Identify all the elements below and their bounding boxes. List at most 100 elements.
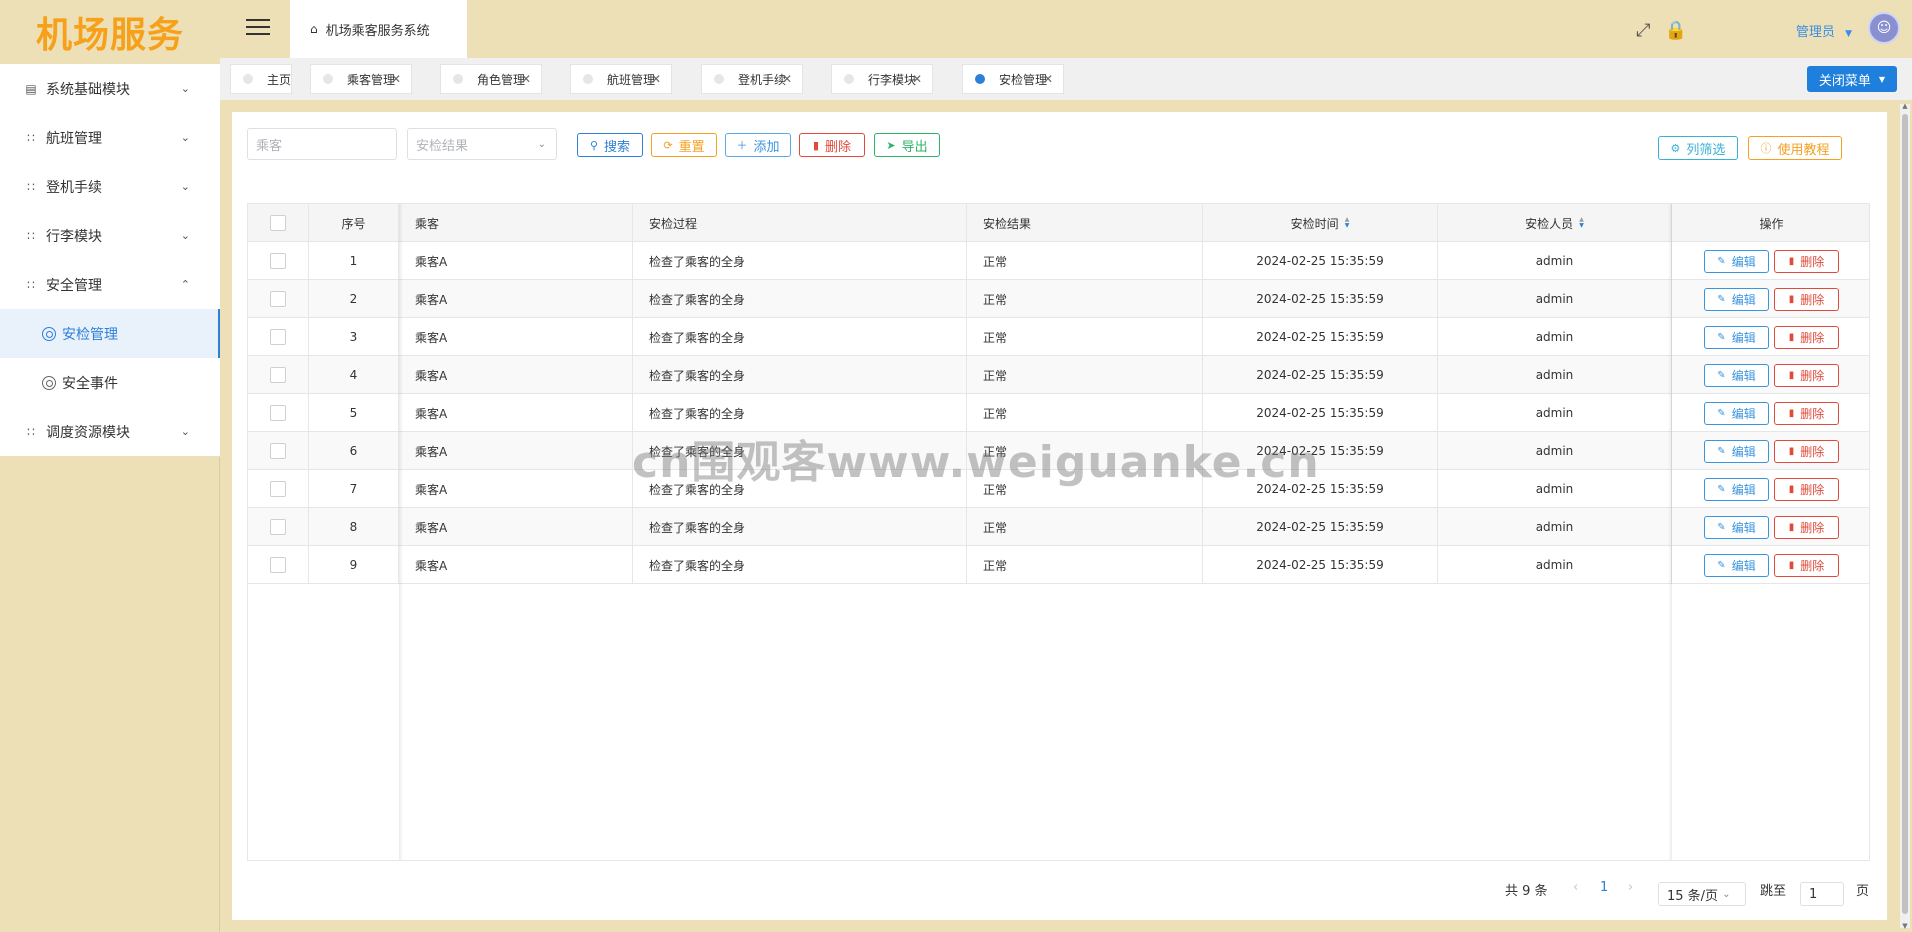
row-checkbox[interactable]	[270, 253, 286, 269]
sidebar-item-system-base[interactable]: ▤ 系统基础模块 ⌄	[0, 64, 220, 113]
row-checkbox[interactable]	[270, 519, 286, 535]
fullscreen-icon[interactable]: ⤢	[1636, 20, 1650, 41]
table-row[interactable]: 3 乘客A 检查了乘客的全身 正常 2024-02-25 15:35:59 admin ✎ 编…	[248, 318, 1869, 356]
close-icon[interactable]: ✕	[651, 72, 661, 86]
close-icon[interactable]: ✕	[1043, 72, 1053, 86]
tab-passenger[interactable]: 乘客管理 ✕	[310, 64, 412, 94]
search-button[interactable]: ⚲ 搜索	[577, 133, 643, 157]
sort-icon[interactable]: ▲ ▼	[1579, 217, 1584, 229]
close-menu-button[interactable]: 关闭菜单 ▼	[1807, 66, 1897, 92]
goto-page-input[interactable]: 1	[1800, 882, 1844, 906]
row-delete-button[interactable]: ▮ 删除	[1774, 287, 1839, 311]
avatar[interactable]: ☺	[1868, 12, 1900, 44]
page-scrollbar[interactable]: ▲ ▼	[1900, 102, 1910, 930]
tab-dot-icon	[323, 74, 333, 84]
scroll-up-icon[interactable]: ▲	[1900, 102, 1910, 110]
close-icon[interactable]: ✕	[912, 72, 922, 86]
select-all-checkbox[interactable]	[270, 215, 286, 231]
cell-staff: admin	[1438, 432, 1672, 470]
row-checkbox[interactable]	[270, 291, 286, 307]
lock-icon[interactable]: 🔒	[1665, 20, 1687, 41]
table-row[interactable]: 5 乘客A 检查了乘客的全身 正常 2024-02-25 15:35:59 admin ✎ 编…	[248, 394, 1869, 432]
header-sortable-staff[interactable]: 安检人员 ▲ ▼	[1438, 204, 1672, 242]
result-select[interactable]: 安检结果 ⌄	[407, 128, 557, 160]
row-delete-button[interactable]: ▮ 删除	[1774, 477, 1839, 501]
scroll-down-icon[interactable]: ▼	[1900, 922, 1910, 930]
edit-button[interactable]: ✎ 编辑	[1704, 553, 1769, 577]
passenger-input[interactable]: 乘客	[247, 128, 397, 160]
page-number[interactable]: 1	[1600, 880, 1608, 895]
sidebar-item-boarding[interactable]: ∷ 登机手续 ⌄	[0, 162, 220, 211]
sidebar-item-baggage[interactable]: ∷ 行李模块 ⌄	[0, 211, 220, 260]
table-row[interactable]: 9 乘客A 检查了乘客的全身 正常 2024-02-25 15:35:59 admin ✎ 编…	[248, 546, 1869, 584]
scrollbar-thumb[interactable]	[1902, 114, 1908, 914]
row-checkbox[interactable]	[270, 443, 286, 459]
page-size-select[interactable]: 15 条/页 ⌄	[1658, 882, 1746, 906]
tab-flight[interactable]: 航班管理 ✕	[570, 64, 672, 94]
edit-button[interactable]: ✎ 编辑	[1704, 287, 1769, 311]
sort-icon[interactable]: ▲ ▼	[1345, 217, 1350, 229]
cell-result: 正常	[967, 318, 1203, 356]
edit-button[interactable]: ✎ 编辑	[1704, 401, 1769, 425]
row-checkbox[interactable]	[270, 405, 286, 421]
next-page-icon[interactable]: ›	[1628, 880, 1633, 895]
row-actions: ✎ 编辑 ▮ 删除	[1672, 546, 1871, 584]
table-row[interactable]: 4 乘客A 检查了乘客的全身 正常 2024-02-25 15:35:59 admin ✎ 编…	[248, 356, 1869, 394]
row-delete-button[interactable]: ▮ 删除	[1774, 325, 1839, 349]
fixed-column-shadow	[1668, 204, 1672, 860]
breadcrumb[interactable]: ⌂ 机场乘客服务系统	[290, 0, 467, 58]
close-icon[interactable]: ✕	[782, 72, 792, 86]
close-icon[interactable]: ✕	[391, 72, 401, 86]
tab-security-check[interactable]: 安检管理 ✕	[962, 64, 1064, 94]
sidebar-subitem-security-check[interactable]: 安检管理	[0, 309, 220, 358]
cell-staff: admin	[1438, 280, 1672, 318]
row-select-cell	[248, 242, 309, 280]
cell-no: 3	[309, 318, 399, 356]
row-delete-button[interactable]: ▮ 删除	[1774, 515, 1839, 539]
sidebar-subitem-security-event[interactable]: 安全事件	[0, 358, 220, 407]
row-checkbox[interactable]	[270, 367, 286, 383]
row-actions: ✎ 编辑 ▮ 删除	[1672, 394, 1871, 432]
row-delete-button[interactable]: ▮ 删除	[1774, 439, 1839, 463]
export-button[interactable]: ➤ 导出	[874, 133, 940, 157]
row-delete-button[interactable]: ▮ 删除	[1774, 401, 1839, 425]
tab-home[interactable]: 主页	[230, 64, 292, 94]
header-sortable-time[interactable]: 安检时间 ▲ ▼	[1203, 204, 1438, 242]
edit-button[interactable]: ✎ 编辑	[1704, 477, 1769, 501]
edit-button[interactable]: ✎ 编辑	[1704, 439, 1769, 463]
sidebar-item-dispatch[interactable]: ∷ 调度资源模块 ⌄	[0, 407, 220, 456]
delete-button[interactable]: ▮ 删除	[799, 133, 865, 157]
sidebar-item-flight[interactable]: ∷ 航班管理 ⌄	[0, 113, 220, 162]
row-delete-button[interactable]: ▮ 删除	[1774, 553, 1839, 577]
edit-button[interactable]: ✎ 编辑	[1704, 249, 1769, 273]
cell-result: 正常	[967, 546, 1203, 584]
row-checkbox[interactable]	[270, 557, 286, 573]
table-row[interactable]: 7 乘客A 检查了乘客的全身 正常 2024-02-25 15:35:59 admin ✎ 编…	[248, 470, 1869, 508]
row-checkbox[interactable]	[270, 481, 286, 497]
header-cell: 序号	[309, 204, 399, 242]
add-button[interactable]: ＋ 添加	[725, 133, 791, 157]
edit-button[interactable]: ✎ 编辑	[1704, 363, 1769, 387]
row-delete-button[interactable]: ▮ 删除	[1774, 363, 1839, 387]
tab-boarding[interactable]: 登机手续 ✕	[701, 64, 803, 94]
menu-toggle-icon[interactable]	[246, 19, 270, 37]
user-dropdown[interactable]: 管理员 ▼	[1796, 21, 1852, 40]
trash-icon: ▮	[1788, 521, 1795, 533]
sidebar-item-security[interactable]: ∷ 安全管理 ⌃	[0, 260, 220, 309]
row-checkbox[interactable]	[270, 329, 286, 345]
reset-button[interactable]: ⟳ 重置	[651, 133, 717, 157]
table-row[interactable]: 8 乘客A 检查了乘客的全身 正常 2024-02-25 15:35:59 admin ✎ 编…	[248, 508, 1869, 546]
prev-page-icon[interactable]: ‹	[1573, 880, 1578, 895]
tutorial-button[interactable]: ⓘ 使用教程	[1748, 136, 1842, 160]
close-icon[interactable]: ✕	[521, 72, 531, 86]
tab-role[interactable]: 角色管理 ✕	[440, 64, 542, 94]
table-row[interactable]: 1 乘客A 检查了乘客的全身 正常 2024-02-25 15:35:59 admin ✎ 编…	[248, 242, 1869, 280]
tab-baggage[interactable]: 行李模块 ✕	[831, 64, 933, 94]
edit-button[interactable]: ✎ 编辑	[1704, 515, 1769, 539]
table-row[interactable]: 6 乘客A 检查了乘客的全身 正常 2024-02-25 15:35:59 admin ✎ 编…	[248, 432, 1869, 470]
edit-button[interactable]: ✎ 编辑	[1704, 325, 1769, 349]
column-filter-button[interactable]: ⚙ 列筛选	[1658, 136, 1738, 160]
table-row[interactable]: 2 乘客A 检查了乘客的全身 正常 2024-02-25 15:35:59 admin ✎ 编…	[248, 280, 1869, 318]
row-delete-button[interactable]: ▮ 删除	[1774, 249, 1839, 273]
gear-icon: ⚙	[1670, 141, 1681, 155]
